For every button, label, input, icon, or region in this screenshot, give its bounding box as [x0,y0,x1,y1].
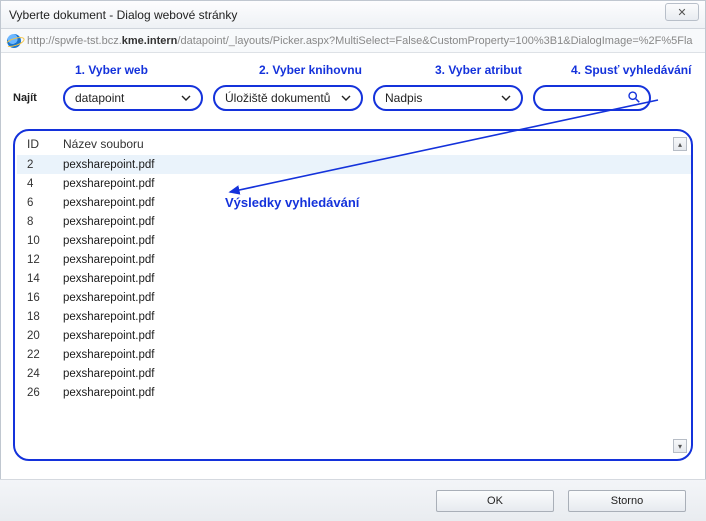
step-labels: 1. Vyber web 2. Vyber knihovnu 3. Vyber … [13,63,693,83]
cell-name: pexsharepoint.pdf [63,349,683,361]
table-row[interactable]: 10pexsharepoint.pdf [17,231,691,250]
cell-name: pexsharepoint.pdf [63,330,683,342]
scroll-up-icon[interactable]: ▴ [673,137,687,151]
table-row[interactable]: 18pexsharepoint.pdf [17,307,691,326]
chevron-down-icon [179,91,193,105]
results-annotation: Výsledky vyhledávání [225,195,359,210]
scroll-down-icon[interactable]: ▾ [673,439,687,453]
cell-id: 18 [27,311,63,323]
table-row[interactable]: 14pexsharepoint.pdf [17,269,691,288]
cell-id: 4 [27,178,63,190]
url-text: http://spwfe-tst.bcz.kme.intern/datapoin… [27,35,693,47]
table-row[interactable]: 4pexsharepoint.pdf [17,174,691,193]
cell-id: 26 [27,387,63,399]
chevron-down-icon [339,91,353,105]
cell-id: 10 [27,235,63,247]
web-select[interactable]: datapoint [63,85,203,111]
scrollbar[interactable]: ▴ ▾ [673,137,689,453]
cell-name: pexsharepoint.pdf [63,216,683,228]
cell-id: 12 [27,254,63,266]
address-bar: http://spwfe-tst.bcz.kme.intern/datapoin… [1,29,705,53]
search-input[interactable] [468,90,627,106]
table-row[interactable]: 12pexsharepoint.pdf [17,250,691,269]
dialog-content: 1. Vyber web 2. Vyber knihovnu 3. Vyber … [1,53,705,461]
web-select-value: datapoint [75,91,179,105]
close-button[interactable]: ✕ [665,3,699,21]
search-box[interactable] [533,85,651,111]
step-3-label: 3. Vyber atribut [435,63,522,77]
table-body: 2pexsharepoint.pdf4pexsharepoint.pdf6pex… [17,155,691,402]
step-1-label: 1. Vyber web [75,63,148,77]
ie-icon [7,34,21,48]
cell-name: pexsharepoint.pdf [63,197,683,209]
header-id: ID [27,137,63,151]
table-row[interactable]: 8pexsharepoint.pdf [17,212,691,231]
close-icon: ✕ [677,6,686,19]
cell-name: pexsharepoint.pdf [63,311,683,323]
find-label: Najít [13,92,53,104]
cell-id: 16 [27,292,63,304]
cell-id: 20 [27,330,63,342]
cell-name: pexsharepoint.pdf [63,159,683,171]
cell-name: pexsharepoint.pdf [63,292,683,304]
library-select-value: Úložiště dokumentů [225,91,339,105]
cell-name: pexsharepoint.pdf [63,368,683,380]
table-row[interactable]: 22pexsharepoint.pdf [17,345,691,364]
cell-id: 8 [27,216,63,228]
cell-id: 6 [27,197,63,209]
cell-name: pexsharepoint.pdf [63,254,683,266]
ok-button[interactable]: OK [436,490,554,512]
step-2-label: 2. Vyber knihovnu [259,63,362,77]
window-title: Vyberte dokument - Dialog webové stránky [9,8,237,22]
results-table: ID Název souboru 2pexsharepoint.pdf4pexs… [13,129,693,461]
table-row[interactable]: 24pexsharepoint.pdf [17,364,691,383]
table-row[interactable]: 20pexsharepoint.pdf [17,326,691,345]
cell-id: 24 [27,368,63,380]
cell-id: 2 [27,159,63,171]
cell-name: pexsharepoint.pdf [63,273,683,285]
cell-name: pexsharepoint.pdf [63,387,683,399]
cell-name: pexsharepoint.pdf [63,178,683,190]
header-name: Název souboru [63,137,683,151]
titlebar: Vyberte dokument - Dialog webové stránky… [1,1,705,29]
table-row[interactable]: 16pexsharepoint.pdf [17,288,691,307]
table-row[interactable]: 2pexsharepoint.pdf [17,155,691,174]
search-icon[interactable] [627,90,641,107]
cancel-button[interactable]: Storno [568,490,686,512]
step-4-label: 4. Spusť vyhledávání [571,63,691,77]
cell-id: 22 [27,349,63,361]
cell-name: pexsharepoint.pdf [63,235,683,247]
table-row[interactable]: 26pexsharepoint.pdf [17,383,691,402]
table-header: ID Název souboru [17,133,691,155]
library-select[interactable]: Úložiště dokumentů [213,85,363,111]
cell-id: 14 [27,273,63,285]
dialog-footer: OK Storno [0,479,706,521]
filter-row: Najít datapoint Úložiště dokumentů Nadpi… [13,85,693,111]
